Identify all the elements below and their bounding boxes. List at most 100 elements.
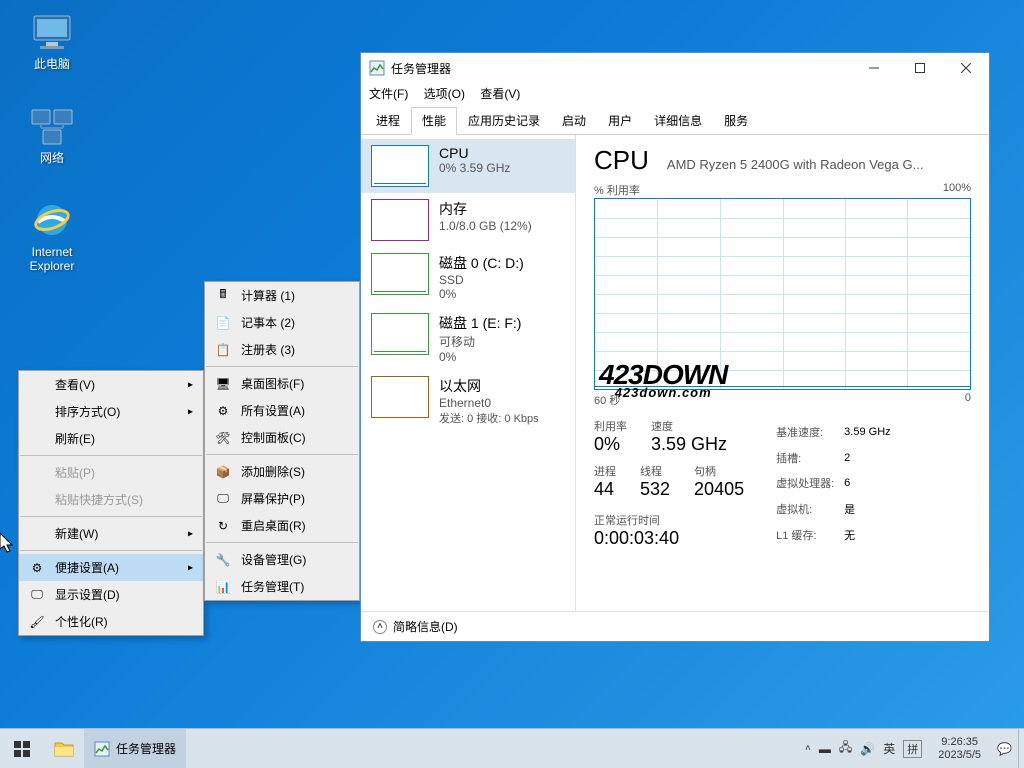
file-explorer-icon <box>54 740 74 758</box>
menu-file[interactable]: 文件(F) <box>369 87 408 101</box>
sidebar-item-ethernet[interactable]: 以太网Ethernet0发送: 0 接收: 0 Kbps <box>361 370 575 432</box>
desktop-icon-this-pc[interactable]: 此电脑 <box>14 10 90 71</box>
cpu-model: AMD Ryzen 5 2400G with Radeon Vega G... <box>667 157 924 172</box>
personalize-icon: 🖌 <box>29 614 45 630</box>
uptime-value: 0:00:03:40 <box>594 528 744 549</box>
chart-x-left: 60 秒 <box>594 392 620 408</box>
tab-performance[interactable]: 性能 <box>411 107 457 135</box>
tray-up-icon[interactable]: ˄ <box>805 743 811 754</box>
desktop-icon-ie[interactable]: Internet Explorer <box>14 198 90 273</box>
show-desktop-button[interactable] <box>1018 729 1024 768</box>
submenu-desktop-icons[interactable]: 🖥桌面图标(F) <box>205 370 359 397</box>
notepad-icon: 📄 <box>215 315 231 331</box>
menu-separator <box>20 455 202 456</box>
add-remove-icon: 📦 <box>215 464 231 480</box>
start-button[interactable] <box>0 729 44 768</box>
cpu-utilization-chart[interactable]: 423DOWN 423down.com <box>594 198 971 390</box>
titlebar[interactable]: 任务管理器 <box>361 53 989 83</box>
menu-personalize[interactable]: 🖌个性化(R) <box>19 608 203 635</box>
menu-view[interactable]: 查看(V) <box>480 87 520 101</box>
control-panel-icon: 🛠 <box>215 430 231 446</box>
submenu-add-remove[interactable]: 📦添加删除(S) <box>205 458 359 485</box>
tab-processes[interactable]: 进程 <box>365 107 411 135</box>
desktop-icon-network[interactable]: 网络 <box>14 104 90 165</box>
menu-options[interactable]: 选项(O) <box>424 87 465 101</box>
desktop-icons-icon: 🖥 <box>215 376 231 392</box>
tray-notifications-icon[interactable]: 💬 <box>997 742 1012 756</box>
tray-battery-icon[interactable]: ▬ <box>819 742 831 756</box>
tray-ime-lang[interactable]: 英 <box>883 740 895 757</box>
tab-details[interactable]: 详细信息 <box>643 107 713 135</box>
menu-refresh[interactable]: 刷新(E) <box>19 425 203 452</box>
sidebar-item-disk0[interactable]: 磁盘 0 (C: D:)SSD0% <box>361 247 575 307</box>
stat-speed: 3.59 GHz <box>651 434 727 455</box>
chart-y-max: 100% <box>943 182 971 198</box>
taskbar-file-explorer[interactable] <box>44 729 84 768</box>
menu-separator <box>206 542 358 543</box>
submenu-all-settings[interactable]: ⚙所有设置(A) <box>205 397 359 424</box>
cpu-thumb <box>371 145 429 187</box>
tray-clock[interactable]: 9:26:35 2023/5/5 <box>930 736 989 762</box>
window-title: 任务管理器 <box>391 60 451 77</box>
disk-thumb <box>371 253 429 295</box>
menu-paste-shortcut: 粘贴快捷方式(S) <box>19 486 203 513</box>
performance-sidebar: CPU0% 3.59 GHz 内存1.0/8.0 GB (12%) 磁盘 0 (… <box>361 135 576 611</box>
task-manager-icon <box>369 60 385 76</box>
menu-separator <box>20 516 202 517</box>
task-manager-icon <box>94 741 110 757</box>
minimize-button[interactable] <box>851 53 897 83</box>
menu-display-settings[interactable]: 🖵显示设置(D) <box>19 581 203 608</box>
ethernet-thumb <box>371 376 429 418</box>
submenu-restart-desktop[interactable]: ↻重启桌面(R) <box>205 512 359 539</box>
cpu-heading: CPU <box>594 145 649 176</box>
submenu-calculator[interactable]: 🖩计算器 (1) <box>205 282 359 309</box>
sidebar-item-memory[interactable]: 内存1.0/8.0 GB (12%) <box>361 193 575 247</box>
stat-threads: 532 <box>640 479 670 500</box>
icon-label: Internet Explorer <box>14 245 90 273</box>
restart-icon: ↻ <box>215 518 231 534</box>
sidebar-item-disk1[interactable]: 磁盘 1 (E: F:)可移动0% <box>361 307 575 370</box>
settings-icon: ⚙ <box>215 403 231 419</box>
close-button[interactable] <box>943 53 989 83</box>
menu-sort[interactable]: 排序方式(O) <box>19 398 203 425</box>
submenu-notepad[interactable]: 📄记事本 (2) <box>205 309 359 336</box>
tab-startup[interactable]: 启动 <box>551 107 597 135</box>
menu-view[interactable]: 查看(V) <box>19 371 203 398</box>
mouse-cursor <box>0 533 16 555</box>
chart-x-right: 0 <box>965 392 971 408</box>
tray-network-icon[interactable]: 🖧 <box>839 738 852 759</box>
memory-thumb <box>371 199 429 241</box>
fewer-details-link[interactable]: 简略信息(D) <box>393 618 458 635</box>
menu-separator <box>206 366 358 367</box>
menu-separator <box>20 550 202 551</box>
submenu-device-manager[interactable]: 🔧设备管理(G) <box>205 546 359 573</box>
tab-services[interactable]: 服务 <box>713 107 759 135</box>
submenu-regedit[interactable]: 📋注册表 (3) <box>205 336 359 363</box>
taskbar-task-manager[interactable]: 任务管理器 <box>84 729 186 768</box>
submenu-task-manager[interactable]: 📊任务管理(T) <box>205 573 359 600</box>
device-mgr-icon: 🔧 <box>215 552 231 568</box>
tab-app-history[interactable]: 应用历史记录 <box>457 107 551 135</box>
submenu-control-panel[interactable]: 🛠控制面板(C) <box>205 424 359 451</box>
collapse-icon[interactable]: ˄ <box>373 620 387 634</box>
windows-logo-icon <box>14 741 30 757</box>
screensaver-icon: 🖵 <box>215 491 231 507</box>
task-manager-window: 任务管理器 文件(F) 选项(O) 查看(V) 进程 性能 应用历史记录 启动 … <box>360 52 990 642</box>
tray-ime-mode[interactable]: 拼 <box>903 740 922 758</box>
task-mgr-icon: 📊 <box>215 579 231 595</box>
menu-quick-settings[interactable]: ⚙便捷设置(A) <box>19 554 203 581</box>
taskbar-app-label: 任务管理器 <box>116 740 176 757</box>
task-manager-footer: ˄ 简略信息(D) <box>361 611 989 641</box>
maximize-button[interactable] <box>897 53 943 83</box>
sidebar-item-cpu[interactable]: CPU0% 3.59 GHz <box>361 139 575 193</box>
disk-thumb <box>371 313 429 355</box>
network-icon <box>30 104 74 148</box>
performance-main: CPU AMD Ryzen 5 2400G with Radeon Vega G… <box>576 135 989 611</box>
menu-paste: 粘贴(P) <box>19 459 203 486</box>
tab-users[interactable]: 用户 <box>597 107 643 135</box>
submenu-screensaver[interactable]: 🖵屏幕保护(P) <box>205 485 359 512</box>
regedit-icon: 📋 <box>215 342 231 358</box>
system-tray: ˄ ▬ 🖧 🔊 英 拼 9:26:35 2023/5/5 💬 <box>799 729 1018 768</box>
menu-new[interactable]: 新建(W) <box>19 520 203 547</box>
tray-volume-icon[interactable]: 🔊 <box>860 742 875 756</box>
